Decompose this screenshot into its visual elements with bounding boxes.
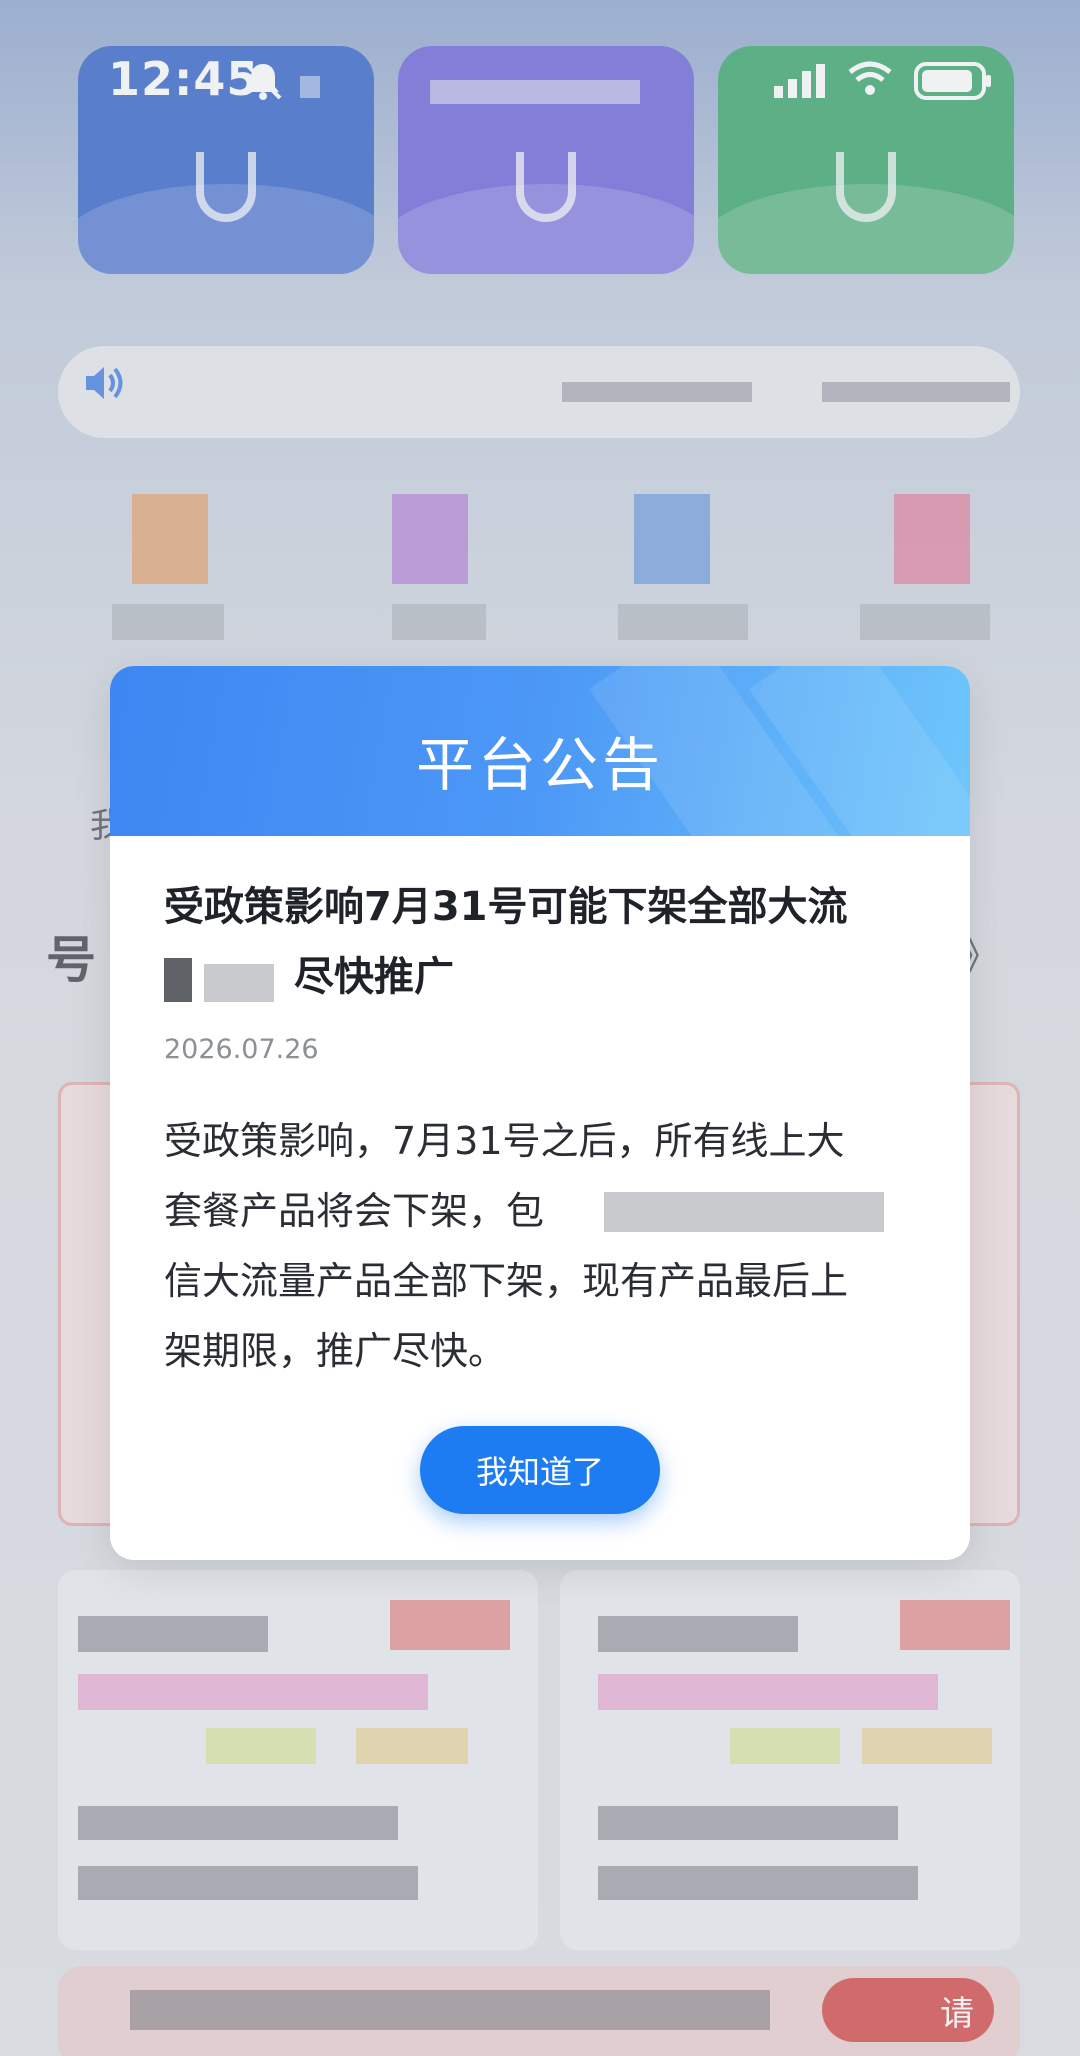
- heading-redacted: [164, 958, 192, 1002]
- body-line-4: 架期限，推广尽快。: [164, 1329, 507, 1373]
- notice-body: 受政策影响，7月31号之后，所有线上大 套餐产品将会下架，包 信大流量产品全部下…: [164, 1106, 924, 1386]
- body-line-2-text: 套餐产品将会下架，包: [164, 1189, 545, 1233]
- heading-line-1: 受政策影响7月31号可能下架全部大流: [164, 884, 848, 930]
- heading-redacted: [204, 964, 274, 1002]
- body-line-1: 受政策影响，7月31号之后，所有线上大: [164, 1119, 845, 1163]
- heading-line-2: 尽快推广: [164, 942, 924, 1012]
- confirm-button[interactable]: 我知道了: [420, 1426, 660, 1514]
- dialog-title: 平台公告: [415, 731, 664, 799]
- heading-line-2-text: 尽快推广: [294, 954, 454, 1000]
- body-redacted: [604, 1192, 884, 1232]
- notice-heading: 受政策影响7月31号可能下架全部大流 尽快推广: [164, 872, 924, 1012]
- body-line-2: 套餐产品将会下架，包: [164, 1176, 924, 1246]
- announcement-dialog: 平台公告 受政策影响7月31号可能下架全部大流 尽快推广 2026.07.26 …: [110, 666, 970, 1560]
- notice-date: 2026.07.26: [164, 1034, 319, 1065]
- dialog-header: 平台公告: [110, 666, 970, 836]
- body-line-3: 信大流量产品全部下架，现有产品最后上: [164, 1259, 849, 1303]
